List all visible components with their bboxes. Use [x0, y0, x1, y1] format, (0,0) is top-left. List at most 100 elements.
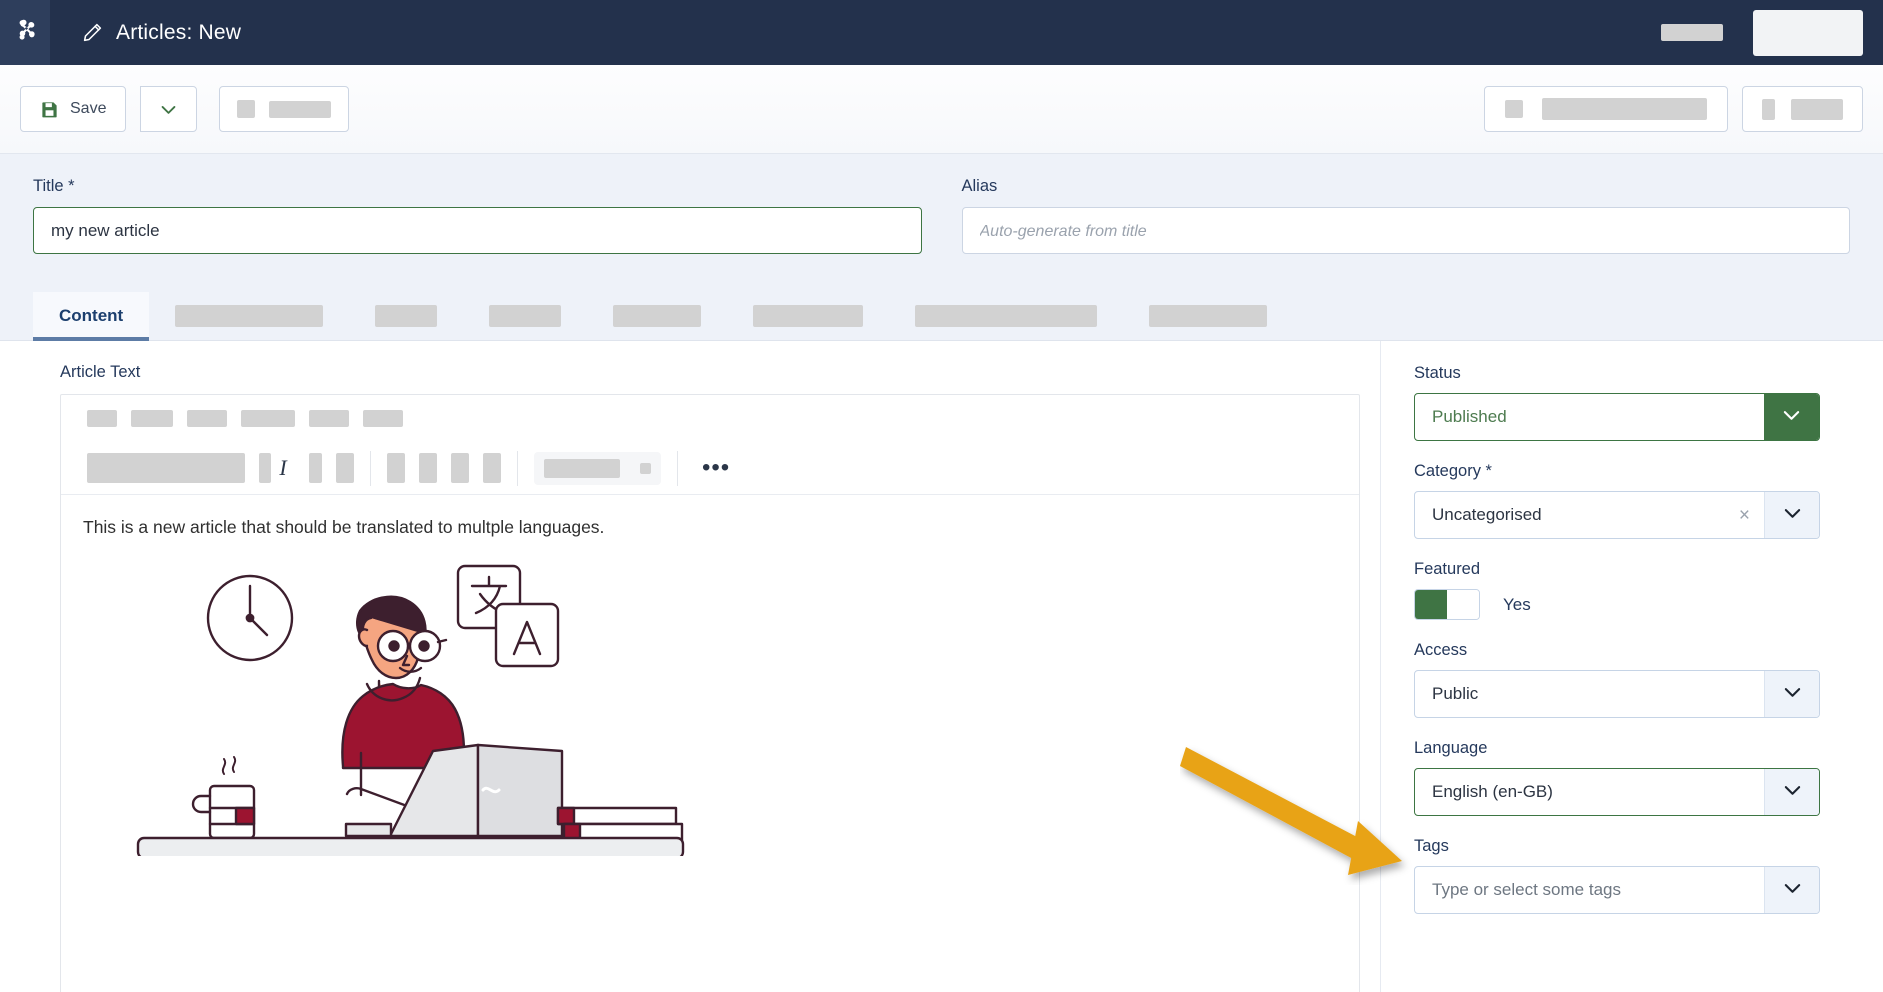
redacted-menu-item[interactable] — [309, 410, 349, 427]
tags-dropdown-button[interactable] — [1764, 867, 1819, 913]
category-select[interactable]: Uncategorised × — [1414, 491, 1820, 539]
save-close-button-group: Save & Close — [0, 86, 1883, 992]
category-dropdown-button[interactable] — [1764, 492, 1819, 538]
pencil-icon — [82, 22, 103, 43]
strikethrough-button[interactable] — [336, 453, 354, 483]
alias-input[interactable] — [961, 207, 1850, 254]
redacted-label — [269, 100, 332, 118]
italic-button[interactable]: I — [271, 455, 295, 481]
save-button-label: Save — [70, 100, 107, 117]
toolbar-redacted-button[interactable] — [219, 86, 350, 132]
featured-toggle[interactable] — [1414, 589, 1480, 620]
format-style-dropdown[interactable] — [87, 453, 245, 483]
more-options-button[interactable]: ••• — [694, 456, 738, 480]
toggle-on-half — [1415, 590, 1447, 619]
language-value: English (en-GB) — [1432, 782, 1553, 801]
align-right-button[interactable] — [451, 453, 469, 483]
language-select[interactable]: English (en-GB) — [1414, 768, 1820, 816]
status-field-group: Status Published — [1414, 364, 1839, 441]
featured-label: Featured — [1414, 560, 1481, 578]
tab-content-label: Content — [59, 306, 124, 325]
joomla-logo-icon — [12, 17, 38, 48]
language-dropdown-button[interactable] — [1764, 769, 1819, 815]
chevron-down-icon — [160, 104, 177, 115]
align-left-button[interactable] — [387, 453, 405, 483]
toolbar-divider — [517, 450, 518, 486]
underline-button[interactable] — [309, 453, 322, 483]
align-justify-button[interactable] — [483, 453, 501, 483]
bullet-list-button[interactable] — [544, 458, 620, 478]
toolbar-divider — [677, 450, 678, 486]
redacted-tab-label — [375, 305, 438, 327]
translation-illustration — [128, 556, 1337, 889]
list-options-button[interactable] — [640, 462, 651, 474]
redacted-tab-label — [1149, 305, 1268, 327]
chevron-down-icon — [1783, 506, 1802, 524]
redacted-tab-label — [489, 305, 562, 327]
tags-placeholder: Type or select some tags — [1432, 880, 1621, 899]
language-label: Language — [1414, 739, 1488, 757]
joomla-logo-button[interactable] — [0, 0, 50, 65]
access-dropdown-button[interactable] — [1764, 671, 1819, 717]
redacted-label — [1791, 98, 1843, 120]
article-sidebar: Status Published Category * Uncategorise… — [1380, 341, 1883, 992]
title-input[interactable] — [33, 207, 922, 254]
list-button-group — [534, 451, 661, 485]
save-button[interactable]: Save — [20, 86, 127, 132]
redacted-menu-item[interactable] — [187, 410, 227, 427]
redacted-menu-item[interactable] — [87, 410, 117, 427]
tab-redacted-6[interactable] — [889, 292, 1123, 340]
page-title-group: Articles: New — [82, 21, 241, 45]
header-user-panel[interactable] — [1753, 9, 1863, 56]
category-field-group: Category * Uncategorised × — [1414, 462, 1839, 539]
editor-format-toolbar: I ••• — [61, 442, 1359, 495]
redacted-menu-item[interactable] — [363, 410, 403, 427]
title-label: Title * — [33, 177, 75, 195]
save-options-dropdown-button[interactable] — [140, 86, 198, 132]
access-value: Public — [1432, 684, 1479, 703]
redacted-icon — [1505, 100, 1523, 118]
status-select[interactable]: Published — [1414, 393, 1820, 441]
tags-select[interactable]: Type or select some tags — [1414, 866, 1820, 914]
redacted-menu-item[interactable] — [241, 410, 295, 427]
italic-icon: I — [279, 455, 287, 480]
status-label: Status — [1414, 364, 1461, 382]
page-title: Articles: New — [116, 20, 242, 44]
toggle-off-half — [1447, 590, 1479, 619]
chevron-down-icon — [1783, 783, 1802, 801]
language-field-group: Language English (en-GB) — [1414, 739, 1839, 816]
tab-redacted-7[interactable] — [1123, 292, 1293, 340]
tab-redacted-4[interactable] — [587, 292, 727, 340]
tab-content[interactable]: Content — [33, 292, 150, 341]
toolbar-redacted-button-right-1[interactable] — [1484, 86, 1728, 132]
editor-toolbar: Save Save & Close — [0, 65, 1883, 992]
article-text-label: Article Text — [60, 363, 141, 381]
chevron-down-icon — [1782, 408, 1801, 426]
category-clear-icon[interactable]: × — [1739, 506, 1764, 525]
status-dropdown-button[interactable] — [1764, 394, 1819, 440]
header-redacted-item[interactable] — [1661, 24, 1723, 41]
tab-redacted-5[interactable] — [727, 292, 889, 340]
article-editor: I ••• This is a new article that should … — [60, 394, 1360, 992]
access-select[interactable]: Public — [1414, 670, 1820, 718]
editor-content-area[interactable]: This is a new article that should be tra… — [61, 495, 1359, 992]
redacted-menu-item[interactable] — [131, 410, 173, 427]
tab-redacted-3[interactable] — [463, 292, 587, 340]
redacted-label — [1542, 98, 1707, 120]
bold-button[interactable] — [259, 453, 271, 483]
main-content: Article Text I ••• This is a new article… — [0, 341, 1883, 992]
editor-menubar — [61, 395, 1359, 442]
toolbar-redacted-button-right-2[interactable] — [1742, 86, 1863, 132]
tab-redacted-1[interactable] — [149, 292, 349, 340]
featured-value: Yes — [1503, 594, 1531, 614]
app-header: Articles: New — [0, 0, 1883, 65]
redacted-tab-label — [915, 305, 1098, 327]
category-label: Category * — [1414, 462, 1492, 480]
editor-pane: Article Text I ••• This is a new article… — [0, 341, 1380, 992]
tab-redacted-2[interactable] — [349, 292, 463, 340]
chevron-down-icon — [1783, 685, 1802, 703]
title-field-group: Title * — [33, 177, 922, 285]
align-center-button[interactable] — [419, 453, 437, 483]
redacted-tab-label — [175, 305, 324, 327]
featured-toggle-row: Yes — [1414, 589, 1839, 620]
